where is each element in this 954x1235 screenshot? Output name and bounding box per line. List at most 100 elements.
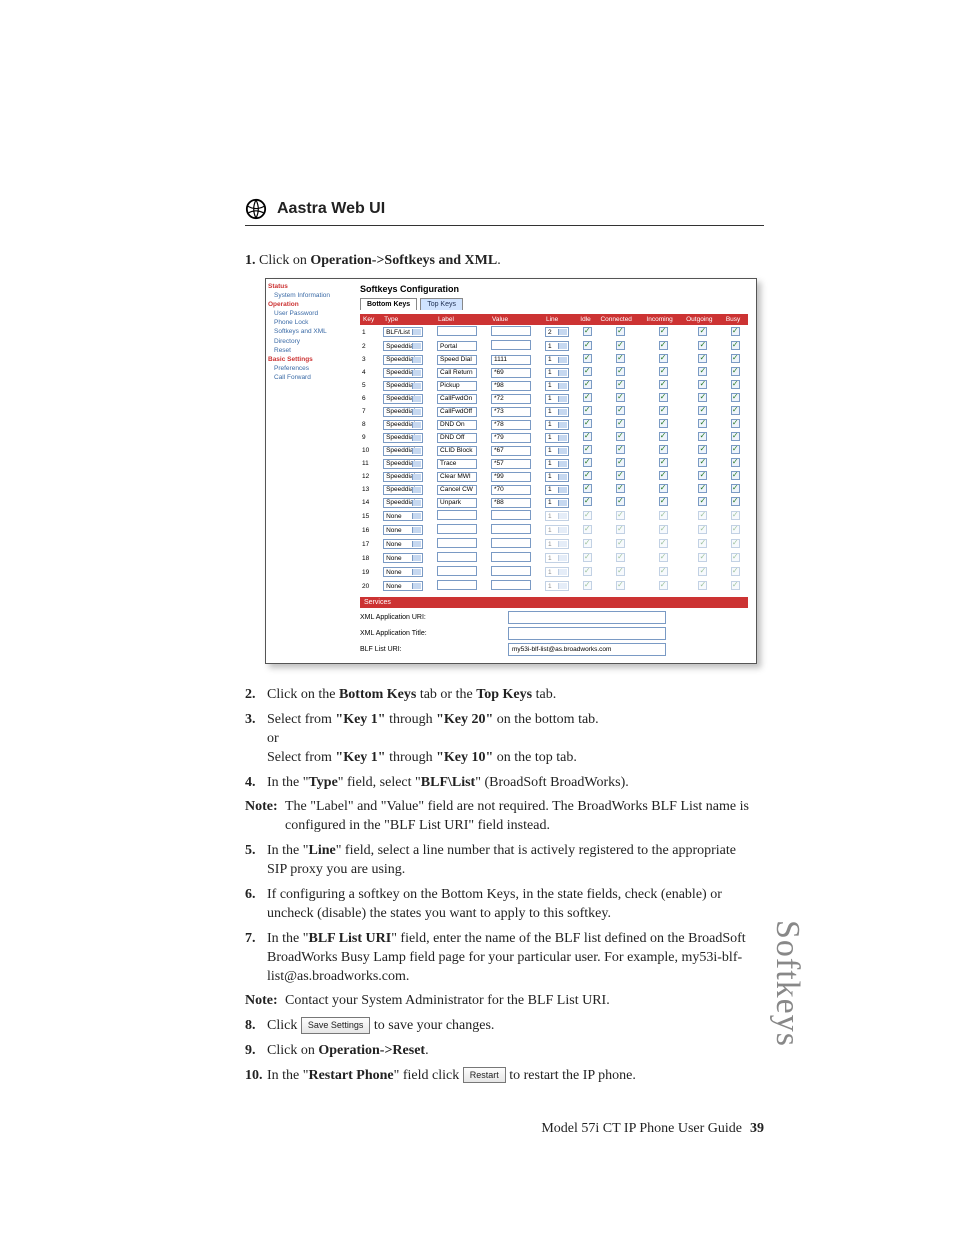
state-checkbox[interactable] <box>731 567 740 576</box>
value-input[interactable] <box>491 524 531 534</box>
state-checkbox[interactable] <box>583 497 592 506</box>
type-select[interactable]: Speeddial <box>383 420 423 430</box>
line-select[interactable]: 1 <box>545 553 569 563</box>
label-input[interactable] <box>437 552 477 562</box>
nav-item[interactable]: Preferences <box>268 364 352 373</box>
state-checkbox[interactable] <box>698 419 707 428</box>
inline-button[interactable]: Restart <box>463 1067 506 1083</box>
state-checkbox[interactable] <box>659 406 668 415</box>
state-checkbox[interactable] <box>583 471 592 480</box>
label-input[interactable]: Unpark <box>437 498 477 508</box>
label-input[interactable]: Pickup <box>437 381 477 391</box>
state-checkbox[interactable] <box>698 553 707 562</box>
state-checkbox[interactable] <box>659 419 668 428</box>
inline-button[interactable]: Save Settings <box>301 1017 371 1033</box>
label-input[interactable]: Speed Dial <box>437 355 477 365</box>
state-checkbox[interactable] <box>698 497 707 506</box>
tab-bottom-keys[interactable]: Bottom Keys <box>360 298 417 310</box>
state-checkbox[interactable] <box>698 406 707 415</box>
state-checkbox[interactable] <box>583 445 592 454</box>
value-input[interactable]: *72 <box>491 394 531 404</box>
value-input[interactable]: *99 <box>491 472 531 482</box>
nav-item[interactable]: User Password <box>268 309 352 318</box>
label-input[interactable]: Call Return <box>437 368 477 378</box>
value-input[interactable] <box>491 340 531 350</box>
state-checkbox[interactable] <box>616 419 625 428</box>
state-checkbox[interactable] <box>583 380 592 389</box>
state-checkbox[interactable] <box>659 432 668 441</box>
value-input[interactable] <box>491 326 531 336</box>
state-checkbox[interactable] <box>659 471 668 480</box>
state-checkbox[interactable] <box>583 553 592 562</box>
state-checkbox[interactable] <box>583 419 592 428</box>
line-select[interactable]: 2 <box>545 327 569 337</box>
state-checkbox[interactable] <box>659 539 668 548</box>
state-checkbox[interactable] <box>731 327 740 336</box>
state-checkbox[interactable] <box>616 354 625 363</box>
nav-item[interactable]: Softkeys and XML <box>268 327 352 336</box>
type-select[interactable]: Speeddial <box>383 355 423 365</box>
line-select[interactable]: 1 <box>545 407 569 417</box>
state-checkbox[interactable] <box>616 525 625 534</box>
label-input[interactable] <box>437 326 477 336</box>
state-checkbox[interactable] <box>731 581 740 590</box>
value-input[interactable] <box>491 510 531 520</box>
value-input[interactable] <box>491 566 531 576</box>
state-checkbox[interactable] <box>583 354 592 363</box>
state-checkbox[interactable] <box>659 581 668 590</box>
line-select[interactable]: 1 <box>545 498 569 508</box>
state-checkbox[interactable] <box>583 406 592 415</box>
nav-item[interactable]: Directory <box>268 337 352 346</box>
value-input[interactable]: *70 <box>491 485 531 495</box>
line-select[interactable]: 1 <box>545 525 569 535</box>
label-input[interactable]: Portal <box>437 341 477 351</box>
state-checkbox[interactable] <box>616 553 625 562</box>
state-checkbox[interactable] <box>731 341 740 350</box>
state-checkbox[interactable] <box>731 553 740 562</box>
value-input[interactable]: *78 <box>491 420 531 430</box>
state-checkbox[interactable] <box>659 380 668 389</box>
state-checkbox[interactable] <box>583 458 592 467</box>
state-checkbox[interactable] <box>616 380 625 389</box>
state-checkbox[interactable] <box>698 327 707 336</box>
type-select[interactable]: Speeddial <box>383 485 423 495</box>
label-input[interactable]: CallFwdOff <box>437 407 477 417</box>
state-checkbox[interactable] <box>698 511 707 520</box>
type-select[interactable]: Speeddial <box>383 446 423 456</box>
state-checkbox[interactable] <box>731 445 740 454</box>
state-checkbox[interactable] <box>731 393 740 402</box>
state-checkbox[interactable] <box>659 484 668 493</box>
state-checkbox[interactable] <box>583 567 592 576</box>
type-select[interactable]: Speeddial <box>383 498 423 508</box>
service-input[interactable]: my53i-blf-list@as.broadworks.com <box>508 643 666 656</box>
label-input[interactable] <box>437 580 477 590</box>
state-checkbox[interactable] <box>616 458 625 467</box>
state-checkbox[interactable] <box>698 341 707 350</box>
state-checkbox[interactable] <box>616 471 625 480</box>
state-checkbox[interactable] <box>698 432 707 441</box>
type-select[interactable]: Speeddial <box>383 381 423 391</box>
label-input[interactable] <box>437 524 477 534</box>
state-checkbox[interactable] <box>616 581 625 590</box>
state-checkbox[interactable] <box>659 445 668 454</box>
tab-top-keys[interactable]: Top Keys <box>420 298 463 310</box>
state-checkbox[interactable] <box>698 471 707 480</box>
line-select[interactable]: 1 <box>545 485 569 495</box>
state-checkbox[interactable] <box>616 393 625 402</box>
value-input[interactable]: *57 <box>491 459 531 469</box>
state-checkbox[interactable] <box>616 511 625 520</box>
label-input[interactable] <box>437 538 477 548</box>
value-input[interactable]: 1111 <box>491 355 531 365</box>
line-select[interactable]: 1 <box>545 394 569 404</box>
state-checkbox[interactable] <box>698 539 707 548</box>
type-select[interactable]: Speeddial <box>383 341 423 351</box>
state-checkbox[interactable] <box>698 567 707 576</box>
state-checkbox[interactable] <box>583 432 592 441</box>
line-select[interactable]: 1 <box>545 539 569 549</box>
state-checkbox[interactable] <box>731 458 740 467</box>
state-checkbox[interactable] <box>583 581 592 590</box>
label-input[interactable]: Clear MWI <box>437 472 477 482</box>
line-select[interactable]: 1 <box>545 368 569 378</box>
state-checkbox[interactable] <box>583 341 592 350</box>
state-checkbox[interactable] <box>698 484 707 493</box>
